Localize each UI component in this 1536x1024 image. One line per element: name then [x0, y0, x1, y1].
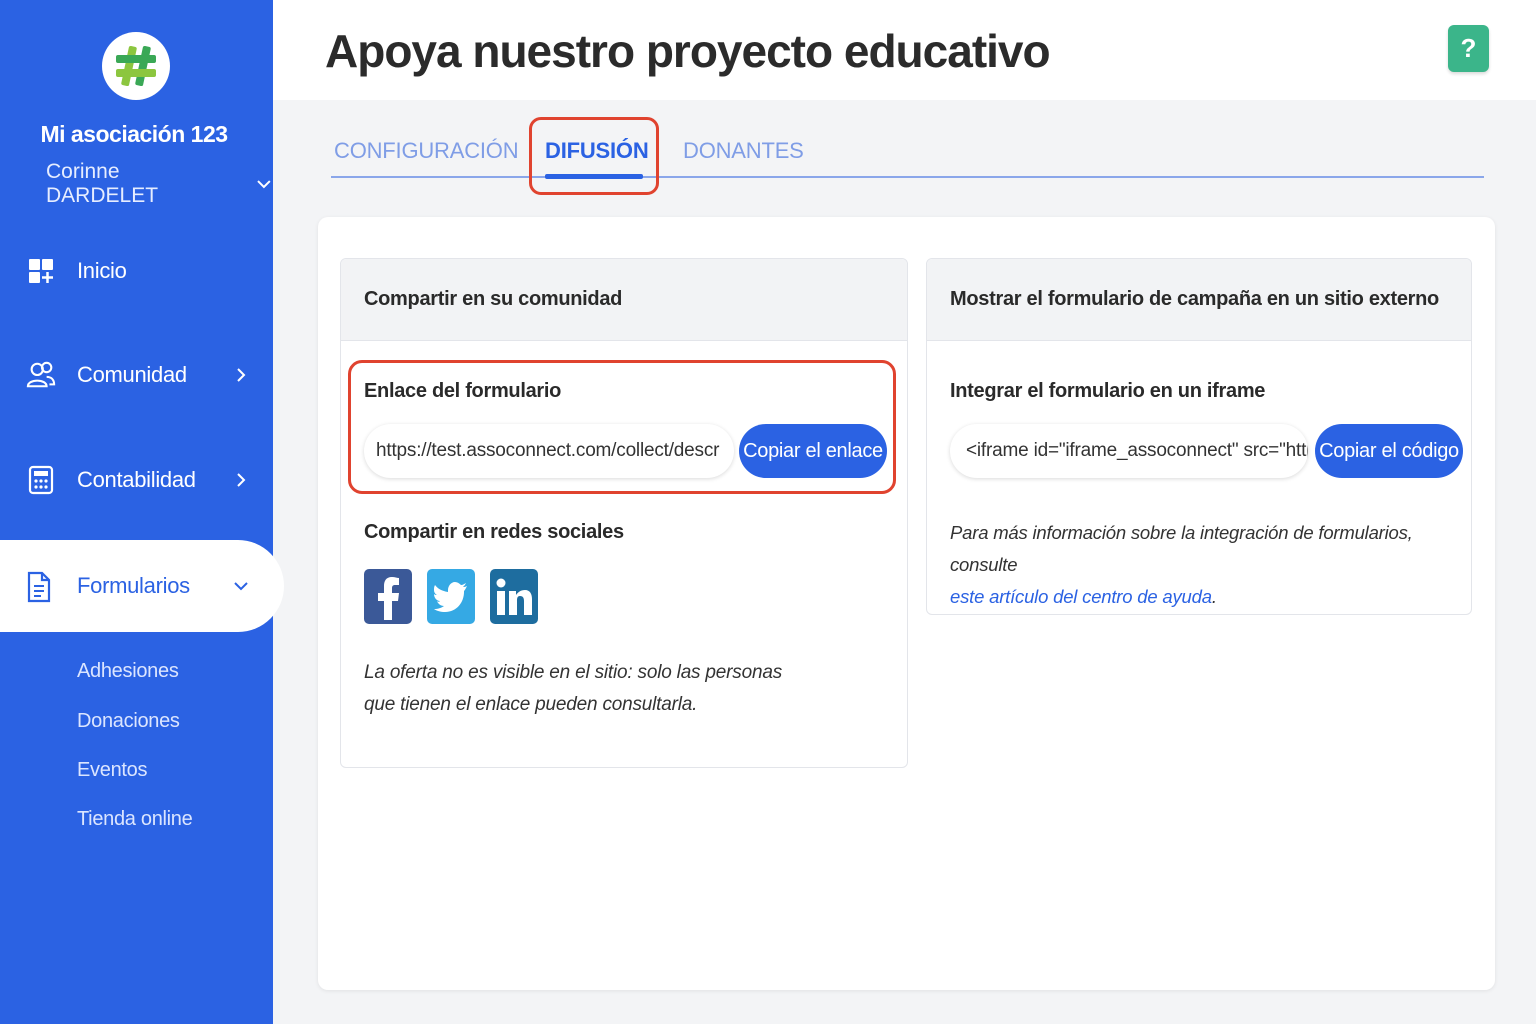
visibility-note-line-1: La oferta no es visible en el sitio: sol…	[364, 662, 782, 683]
sidebar-subitem-adhesiones[interactable]: Adhesiones	[77, 660, 179, 683]
help-button[interactable]: ?	[1448, 25, 1489, 72]
sidebar-item-label: Formularios	[77, 573, 190, 598]
embed-card-header: Mostrar el formulario de campaña en un s…	[927, 259, 1471, 341]
share-card-header: Compartir en su comunidad	[341, 259, 907, 341]
page-title: Apoya nuestro proyecto educativo	[325, 25, 1051, 77]
link-highlight-outline	[348, 360, 896, 494]
sidebar-subitem-donaciones[interactable]: Donaciones	[77, 710, 180, 733]
dashboard-icon	[26, 256, 56, 286]
iframe-section-title: Integrar el formulario en un iframe	[950, 380, 1266, 402]
document-icon	[26, 571, 56, 603]
iframe-code-field[interactable]: <iframe id="iframe_assoconnect" src="htt…	[950, 424, 1308, 478]
sidebar-item-formularios[interactable]: Formularios	[0, 540, 284, 632]
chevron-right-icon	[237, 473, 246, 487]
tabs-divider	[331, 176, 1484, 178]
sidebar: Mi asociación 123 Corinne DARDELET Inici…	[0, 0, 284, 1024]
social-section-title: Compartir en redes sociales	[364, 521, 624, 543]
help-center-link[interactable]: este artículo del centro de ayuda	[950, 586, 1212, 607]
facebook-icon[interactable]	[364, 569, 412, 624]
copy-code-button[interactable]: Copiar el código	[1315, 424, 1463, 478]
linkedin-icon[interactable]	[490, 569, 538, 624]
calculator-icon	[26, 465, 56, 495]
chevron-down-icon	[257, 180, 271, 189]
sidebar-item-label: Inicio	[77, 258, 127, 283]
users-icon	[26, 360, 56, 390]
integration-info: Para más información sobre la integració…	[950, 517, 1471, 613]
org-name: Mi asociación 123	[40, 121, 228, 147]
sidebar-subitem-tienda-online[interactable]: Tienda online	[77, 808, 193, 831]
sidebar-subitem-eventos[interactable]: Eventos	[77, 759, 147, 782]
sidebar-item-label: Contabilidad	[77, 467, 196, 492]
user-menu[interactable]: Corinne DARDELET	[46, 160, 273, 208]
sidebar-item-comunidad[interactable]: Comunidad	[0, 345, 273, 405]
org-logo[interactable]	[102, 32, 170, 100]
user-name: Corinne DARDELET	[46, 160, 159, 207]
embed-card: Mostrar el formulario de campaña en un s…	[926, 258, 1472, 615]
integration-info-end: .	[1211, 586, 1217, 607]
share-card: Compartir en su comunidad Enlace del for…	[340, 258, 908, 768]
share-card-title: Compartir en su comunidad	[364, 288, 623, 310]
tab-configuracion[interactable]: CONFIGURACIÓN	[334, 138, 519, 164]
sidebar-item-label: Comunidad	[77, 362, 187, 387]
twitter-icon[interactable]	[427, 569, 475, 624]
chevron-down-icon	[234, 582, 248, 591]
sidebar-item-contabilidad[interactable]: Contabilidad	[0, 450, 273, 510]
tab-highlight-outline	[529, 117, 659, 195]
sidebar-item-inicio[interactable]: Inicio	[0, 241, 273, 301]
embed-card-title: Mostrar el formulario de campaña en un s…	[950, 288, 1439, 310]
tab-donantes[interactable]: DONANTES	[683, 138, 804, 164]
integration-info-text: Para más información sobre la integració…	[950, 522, 1413, 575]
visibility-note-line-2: que tienen el enlace pueden consultarla.	[364, 694, 698, 715]
chevron-right-icon	[237, 368, 246, 382]
visibility-note: La oferta no es visible en el sitio: sol…	[364, 657, 782, 721]
page-header: Apoya nuestro proyecto educativo ?	[273, 0, 1536, 100]
hashtag-logo-icon	[116, 45, 156, 87]
